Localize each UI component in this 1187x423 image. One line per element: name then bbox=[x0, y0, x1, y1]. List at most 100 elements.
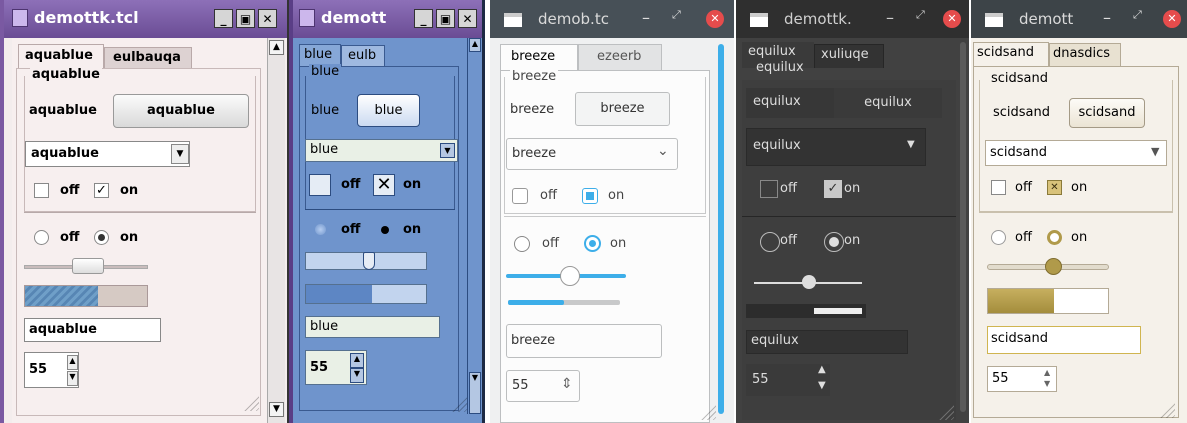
checkbox-on[interactable]: ✓ bbox=[94, 183, 109, 198]
radio-off[interactable] bbox=[760, 232, 780, 252]
combobox[interactable]: blue ▼ bbox=[305, 139, 458, 162]
button[interactable]: blue bbox=[357, 94, 420, 127]
spinbox[interactable]: 55 ▲ ▼ bbox=[746, 364, 830, 396]
entry[interactable]: breeze bbox=[506, 324, 662, 358]
scale-slider[interactable] bbox=[363, 252, 375, 270]
spinbox[interactable]: 55 ▲ ▼ bbox=[305, 350, 367, 385]
minimize-button[interactable]: _ bbox=[214, 9, 233, 28]
radio-off[interactable] bbox=[315, 224, 326, 235]
button[interactable]: equilux bbox=[834, 88, 942, 118]
tab-eulbauqa[interactable]: eulbauqa bbox=[104, 47, 192, 68]
spin-arrows-icon[interactable]: ⇕ bbox=[561, 376, 573, 392]
checkbox-off[interactable] bbox=[34, 183, 49, 198]
minimize-button[interactable]: – bbox=[1103, 8, 1111, 27]
maximize-button[interactable]: ⤢ bbox=[916, 8, 925, 22]
radio-on[interactable] bbox=[94, 230, 109, 245]
spin-down-icon[interactable]: ▼ bbox=[1044, 379, 1050, 388]
button[interactable]: breeze bbox=[575, 92, 670, 126]
scroll-up-icon[interactable]: ▲ bbox=[469, 38, 481, 52]
chevron-down-icon[interactable]: ▼ bbox=[907, 139, 915, 150]
radio-off[interactable] bbox=[991, 230, 1006, 245]
combobox[interactable]: aquablue ▼ bbox=[25, 141, 190, 167]
radio-on-label: on bbox=[120, 230, 139, 245]
checkbox-on-label: on bbox=[844, 181, 861, 196]
entry[interactable]: scidsand bbox=[987, 326, 1141, 354]
checkbox-off[interactable] bbox=[991, 180, 1006, 195]
close-button[interactable]: ✕ bbox=[706, 10, 724, 28]
spin-down-icon[interactable]: ▼ bbox=[818, 380, 826, 391]
maximize-button[interactable]: ⤢ bbox=[1133, 8, 1142, 22]
title-bar[interactable]: demottk.tcl _ ▣ ✕ bbox=[4, 0, 287, 38]
tab-xuliuqe[interactable]: xuliuqe bbox=[814, 44, 884, 68]
combobox[interactable]: scidsand ▼ bbox=[985, 140, 1167, 166]
radio-on[interactable] bbox=[584, 235, 601, 252]
spinbox[interactable]: 55 ▲ ▼ bbox=[24, 352, 79, 388]
spin-down-icon[interactable]: ▼ bbox=[67, 371, 78, 386]
entry[interactable]: equilux bbox=[746, 330, 908, 354]
vertical-scrollbar[interactable] bbox=[960, 42, 966, 412]
spin-up-icon[interactable]: ▲ bbox=[1044, 368, 1050, 377]
checkbox-on[interactable]: ✕ bbox=[1047, 180, 1062, 195]
radio-on[interactable] bbox=[1047, 230, 1062, 245]
radio-on[interactable] bbox=[824, 232, 844, 252]
tab-dnasdics[interactable]: dnasdics bbox=[1049, 43, 1121, 66]
radio-off[interactable] bbox=[514, 236, 530, 252]
scale-slider[interactable] bbox=[560, 266, 580, 286]
tab-ezeerb[interactable]: ezeerb bbox=[578, 44, 662, 70]
tab-eulb[interactable]: eulb bbox=[341, 45, 385, 66]
entry[interactable]: aquablue bbox=[24, 318, 161, 342]
title-bar[interactable]: demottk. – ⤢ ✕ bbox=[736, 0, 969, 38]
radio-off[interactable] bbox=[34, 230, 49, 245]
group-title: equilux bbox=[756, 60, 804, 75]
chevron-down-icon[interactable]: ▼ bbox=[440, 143, 455, 158]
scale-slider[interactable] bbox=[1045, 258, 1062, 275]
spin-down-icon[interactable]: ▼ bbox=[350, 368, 364, 383]
minimize-button[interactable]: – bbox=[642, 8, 650, 27]
scale-slider[interactable] bbox=[72, 258, 104, 274]
button[interactable]: aquablue bbox=[113, 94, 249, 128]
chevron-down-icon[interactable]: ▼ bbox=[1151, 145, 1159, 158]
close-button[interactable]: ✕ bbox=[258, 9, 277, 28]
tab-breeze[interactable]: breeze bbox=[500, 44, 578, 70]
minimize-button[interactable]: – bbox=[886, 8, 894, 27]
scroll-down-icon[interactable]: ▼ bbox=[269, 402, 284, 417]
vertical-scrollbar[interactable]: ▲ ▼ bbox=[267, 38, 285, 423]
title-bar[interactable]: demott _ ▣ ✕ bbox=[293, 0, 482, 38]
checkbox-on[interactable]: ✓ bbox=[824, 180, 842, 198]
title-bar[interactable]: demob.tc – ⤢ ✕ bbox=[490, 0, 734, 38]
vertical-scrollbar[interactable] bbox=[718, 44, 724, 414]
title-bar[interactable]: demott – ⤢ ✕ bbox=[971, 0, 1187, 38]
window-title: demottk. bbox=[784, 10, 852, 28]
tab-blue[interactable]: blue bbox=[299, 44, 341, 66]
spin-up-icon[interactable]: ▲ bbox=[350, 353, 364, 368]
checkbox-on[interactable]: ✕ bbox=[373, 174, 395, 196]
spin-up-icon[interactable]: ▲ bbox=[67, 355, 78, 370]
button[interactable]: scidsand bbox=[1069, 98, 1145, 128]
spinbox[interactable]: 55 ⇕ bbox=[506, 370, 580, 402]
checkbox-off[interactable] bbox=[309, 174, 331, 196]
checkbox-off[interactable] bbox=[512, 188, 528, 204]
radio-on[interactable] bbox=[381, 226, 389, 234]
scroll-up-icon[interactable]: ▲ bbox=[269, 40, 284, 55]
checkbox-on[interactable] bbox=[582, 188, 598, 204]
close-button[interactable]: ✕ bbox=[458, 9, 477, 28]
scale-slider[interactable] bbox=[802, 275, 816, 289]
maximize-button[interactable]: ▣ bbox=[436, 9, 455, 28]
combobox[interactable]: breeze ⌄ bbox=[506, 138, 678, 170]
spinbox[interactable]: 55 ▲ ▼ bbox=[987, 366, 1057, 392]
entry[interactable]: blue bbox=[305, 316, 440, 338]
spin-up-icon[interactable]: ▲ bbox=[818, 364, 826, 375]
minimize-button[interactable]: _ bbox=[414, 9, 433, 28]
chevron-down-icon[interactable]: ▼ bbox=[171, 144, 189, 164]
close-button[interactable]: ✕ bbox=[943, 10, 961, 28]
close-button[interactable]: ✕ bbox=[1163, 10, 1181, 28]
tab-aquablue[interactable]: aquablue bbox=[18, 44, 104, 68]
tab-scidsand[interactable]: scidsand bbox=[973, 42, 1049, 66]
chevron-down-icon[interactable]: ⌄ bbox=[657, 143, 669, 159]
combobox[interactable]: equilux ▼ bbox=[746, 128, 926, 166]
maximize-button[interactable]: ⤢ bbox=[672, 8, 681, 22]
maximize-button[interactable]: ▣ bbox=[236, 9, 255, 28]
vertical-scrollbar[interactable]: ▲ ▼ bbox=[467, 38, 482, 414]
scroll-down-icon[interactable]: ▼ bbox=[469, 372, 481, 414]
checkbox-off[interactable] bbox=[760, 180, 778, 198]
